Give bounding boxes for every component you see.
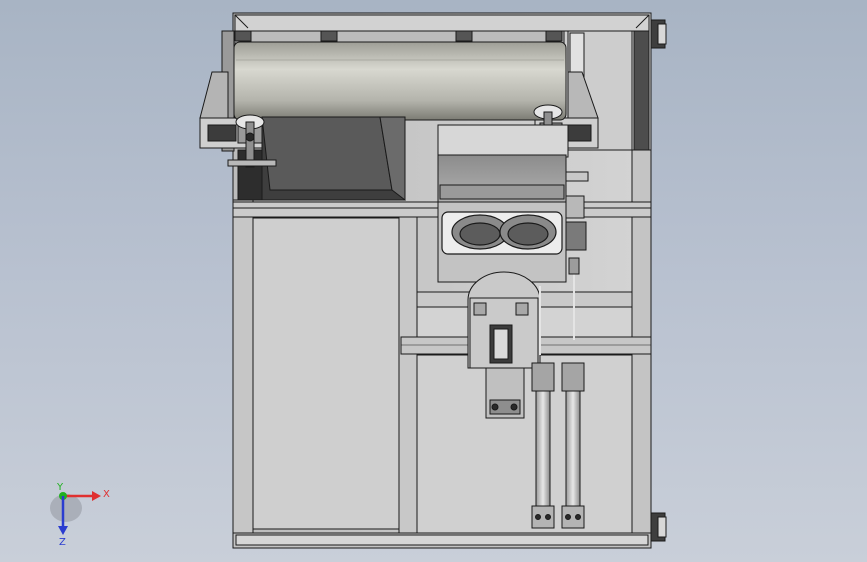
cup-mold-block[interactable] [437,124,589,283]
roller-drum[interactable] [233,41,567,121]
leveling-foot-bottom [650,512,667,542]
machine-assembly-model[interactable] [0,0,867,562]
chute-dark [237,116,406,202]
leveling-foot-top [650,19,667,49]
cup-cavities [441,211,563,255]
cad-viewport[interactable]: X Y Z [0,0,867,562]
